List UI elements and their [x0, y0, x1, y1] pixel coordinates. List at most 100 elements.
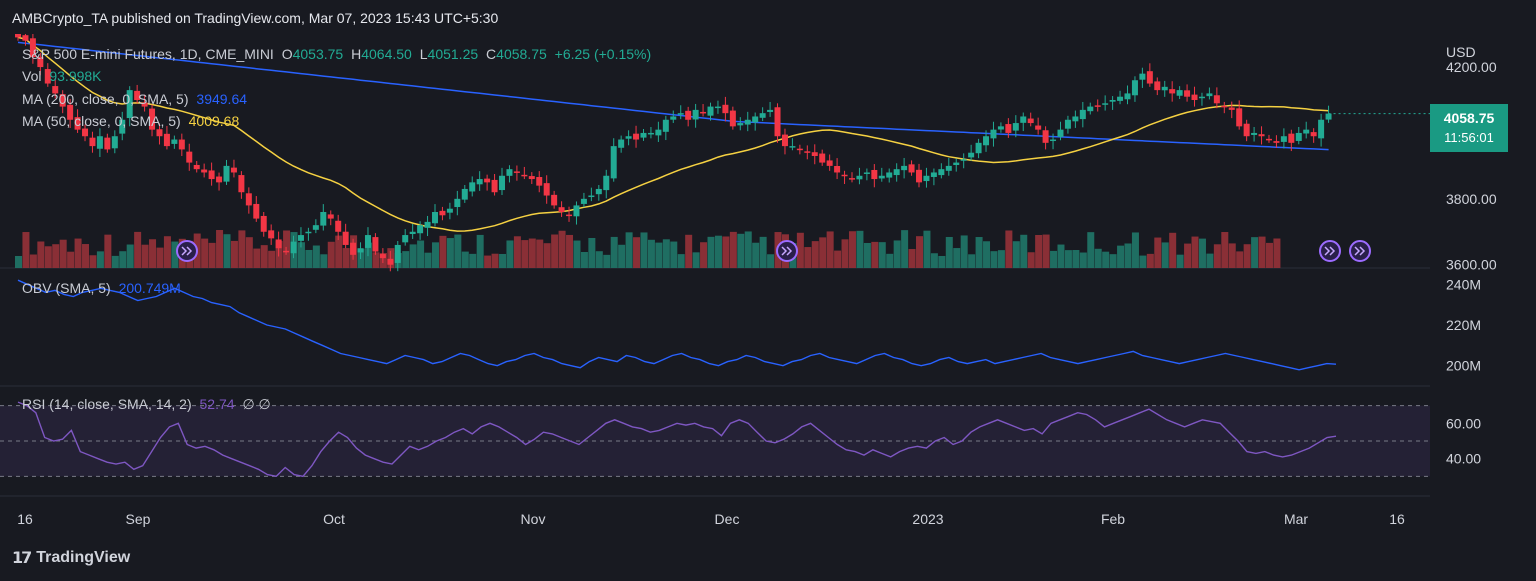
main-legend: S&P 500 E-mini Futures, 1D, CME_MINI O40…	[22, 46, 655, 62]
volume-bar	[223, 234, 231, 268]
candle-body	[290, 241, 297, 254]
candle-body	[640, 132, 647, 138]
low-label: L	[419, 46, 428, 62]
rsi-axis-tick: 60.00	[1446, 415, 1481, 431]
volume-bar	[1072, 250, 1080, 268]
candle-body	[819, 153, 826, 163]
volume-bar	[111, 255, 119, 268]
candle-body	[506, 169, 513, 176]
candle-body	[610, 146, 617, 179]
candle-body	[573, 205, 580, 217]
volume-bar	[804, 247, 812, 268]
volume-bar	[342, 248, 350, 268]
volume-bar	[484, 255, 492, 268]
candle-body	[327, 214, 334, 219]
volume-bar	[968, 254, 976, 268]
candle-body	[439, 210, 446, 216]
volume-bar	[461, 251, 469, 268]
time-axis-tick: 16	[17, 511, 33, 527]
volume-bar	[1064, 250, 1072, 268]
candle-body	[759, 113, 766, 118]
candle-body	[484, 178, 491, 183]
volume-bar	[149, 239, 157, 268]
ma50-value: 4009.68	[188, 113, 240, 129]
chart-area[interactable]: 4200.004000.003800.003600.00240M220M200M…	[0, 34, 1536, 539]
volume-bar	[201, 238, 209, 268]
obv-label: OBV (SMA, 5)	[22, 280, 111, 296]
volume-bar	[819, 237, 827, 268]
volume-bar	[826, 231, 834, 268]
candle-body	[558, 207, 565, 212]
volume-bar	[1176, 254, 1184, 268]
candle-body	[521, 174, 528, 177]
candle-body	[402, 235, 409, 243]
candle-body	[1184, 90, 1191, 97]
low-value: 4051.25	[427, 46, 479, 62]
candle-body	[1161, 86, 1168, 91]
obv-axis-tick: 240M	[1446, 276, 1481, 292]
candle-body	[945, 165, 952, 171]
volume-bar	[893, 240, 901, 268]
volume-bar	[216, 230, 224, 268]
candle-body	[409, 231, 416, 235]
candle-body	[268, 230, 275, 239]
candle-body	[1228, 107, 1235, 110]
volume-bar	[700, 242, 708, 268]
volume-bar	[1265, 242, 1273, 268]
volume-bar	[1236, 251, 1244, 268]
candle-body	[283, 250, 290, 253]
volume-bar	[1258, 236, 1266, 268]
volume-bar	[59, 239, 67, 268]
last-price: 4058.75	[1443, 110, 1495, 126]
volume-bar	[22, 232, 30, 268]
candle-body	[1027, 118, 1034, 124]
candle-body	[216, 176, 223, 183]
volume-bar	[945, 236, 953, 268]
volume-bar	[89, 255, 97, 268]
volume-bar	[37, 241, 45, 268]
candle-body	[871, 169, 878, 180]
candle-body	[350, 242, 357, 255]
volume-bar	[595, 251, 603, 268]
volume-bar	[431, 242, 439, 268]
volume-bar	[908, 249, 916, 268]
volume-bar	[759, 236, 767, 268]
volume-bar	[580, 251, 588, 268]
volume-bar	[513, 236, 521, 268]
volume-bar	[1012, 241, 1020, 268]
currency-label: USD	[1446, 44, 1476, 60]
candle-body	[1295, 132, 1302, 141]
volume-bar	[1079, 252, 1087, 268]
rsi-extra: ∅ ∅	[242, 396, 271, 412]
candle-body	[1050, 139, 1057, 142]
candle-body	[1243, 123, 1250, 137]
candle-body	[1280, 136, 1287, 142]
candle-body	[923, 175, 930, 182]
candle-body	[618, 139, 625, 148]
high-label: H	[351, 46, 362, 62]
volume-bar	[454, 234, 462, 268]
candle-body	[1131, 80, 1138, 96]
volume-bar	[692, 252, 700, 268]
volume-bar	[506, 240, 514, 268]
candle-body	[1094, 105, 1101, 107]
close-value: 4058.75	[496, 46, 547, 62]
volume-bar	[208, 242, 216, 268]
volume-bar	[238, 230, 246, 268]
candle-body	[551, 194, 558, 206]
candle-body	[893, 169, 900, 176]
candle-body	[230, 167, 237, 173]
volume-bar	[1087, 232, 1095, 268]
candle-body	[1035, 125, 1042, 130]
volume-bar	[841, 239, 849, 268]
candle-body	[1213, 95, 1220, 104]
volume-bar	[871, 241, 879, 268]
candle-body	[1169, 89, 1176, 94]
volume-bar	[260, 245, 268, 268]
volume-bar	[1243, 244, 1251, 268]
footer-brand[interactable]: 𝟭𝟳 TradingView	[12, 548, 130, 568]
candle-body	[320, 212, 327, 226]
volume-bar	[1035, 234, 1043, 268]
volume-bar	[1228, 243, 1236, 268]
candle-body	[1005, 124, 1012, 133]
